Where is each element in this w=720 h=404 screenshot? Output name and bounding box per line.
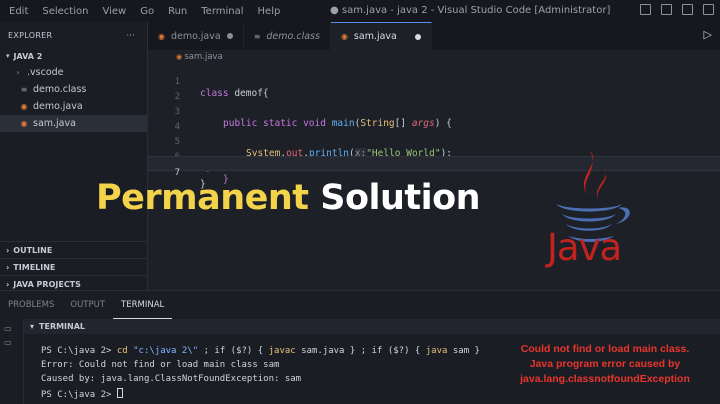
tree-item-sam-java[interactable]: ◉ sam.java — [0, 115, 147, 132]
terminal-title: TERMINAL — [39, 322, 86, 331]
note-line: Could not find or load main class. — [520, 343, 690, 355]
note-line: java.lang.classnotfoundException — [520, 373, 690, 385]
prompt: PS C:\java 2> — [41, 346, 117, 356]
tree-item-label: demo.class — [33, 84, 87, 95]
tab-terminal[interactable]: TERMINAL — [113, 291, 173, 319]
tab-sam-java[interactable]: ◉ sam.java — [330, 22, 432, 50]
menu-edit[interactable]: Edit — [2, 6, 35, 17]
note-line: Java program error caused by — [529, 358, 681, 370]
terminal-line: Error: Could not find or load main class… — [41, 360, 280, 370]
code-line[interactable]: 1 class demof{ — [148, 66, 720, 99]
code-line[interactable]: 3 public static void main(String[] args)… — [148, 96, 720, 129]
window-title: ● sam.java - java 2 - Visual Studio Code… — [330, 5, 611, 16]
terminal-line[interactable]: PS C:\java 2> — [41, 388, 123, 400]
toggle-panel-icon[interactable] — [661, 4, 672, 15]
explorer-header: EXPLORER ··· — [0, 22, 147, 48]
section-label: OUTLINE — [13, 245, 53, 255]
unsaved-dot-icon[interactable] — [414, 33, 421, 40]
terminal-cursor — [116, 388, 123, 398]
chevron-down-icon: ▾ — [6, 52, 10, 60]
menu-help[interactable]: Help — [251, 6, 288, 17]
section-label: TIMELINE — [13, 262, 56, 272]
customize-layout-icon[interactable] — [703, 4, 714, 15]
text: sam } — [447, 346, 480, 356]
java-file-icon: ◉ — [340, 32, 348, 41]
text: sam.java } ; if ($?) { — [295, 346, 426, 356]
menu-bar: Edit Selection View Go Run Terminal Help — [2, 6, 287, 17]
terminal-icon[interactable]: ▭ — [4, 338, 23, 347]
toggle-sidebar-icon[interactable] — [640, 4, 651, 15]
tree-item-demo-java[interactable]: ◉ demo.java — [0, 98, 147, 115]
tab-label: demo.class — [266, 30, 320, 42]
tree-item-label: demo.java — [33, 101, 83, 112]
tree-item-label: sam.java — [33, 118, 76, 129]
file-icon: ≡ — [253, 31, 261, 41]
title-rest: Solution — [308, 178, 481, 218]
chevron-down-icon: ▾ — [30, 322, 35, 331]
command: java — [425, 346, 448, 356]
terminal-sidebar: ▭ ▭ — [0, 319, 24, 404]
breadcrumb[interactable]: ◉ sam.java — [176, 52, 223, 62]
chevron-right-icon: › — [6, 279, 10, 289]
menu-run[interactable]: Run — [161, 6, 194, 17]
java-file-icon: ◉ — [20, 102, 28, 111]
tree-item-vscode[interactable]: › .vscode — [0, 64, 147, 81]
menu-view[interactable]: View — [95, 6, 133, 17]
prompt: PS C:\java 2> — [41, 390, 117, 400]
unsaved-dot-icon[interactable] — [226, 33, 233, 39]
argument: "c:\java 2\" — [127, 346, 199, 356]
tab-label: demo.java — [170, 30, 221, 42]
command: cd — [116, 346, 128, 356]
java-logo-text: Java — [547, 226, 622, 269]
chevron-right-icon: › — [6, 262, 10, 272]
terminal-icon[interactable]: ▭ — [4, 324, 23, 333]
more-actions-icon[interactable]: ··· — [126, 31, 135, 40]
code-line[interactable]: 4 — [148, 111, 720, 132]
panel-tabs: PROBLEMS OUTPUT TERMINAL — [0, 291, 720, 319]
command: javac — [268, 346, 296, 356]
title-highlight: Permanent — [96, 178, 309, 218]
section-label: JAVA PROJECTS — [13, 279, 81, 289]
section-timeline[interactable]: › TIMELINE — [0, 258, 148, 275]
code-line[interactable]: 2 — [148, 81, 720, 102]
tab-problems[interactable]: PROBLEMS — [0, 291, 62, 319]
error-explanation: Could not find or load main class. Java … — [495, 342, 715, 387]
chevron-right-icon: › — [6, 245, 10, 255]
chevron-right-icon: › — [16, 68, 20, 77]
terminal-line: Caused by: java.lang.ClassNotFoundExcept… — [41, 374, 302, 384]
text: ; if ($?) { — [198, 346, 269, 356]
menu-go[interactable]: Go — [133, 6, 161, 17]
tab-demo-class[interactable]: ≡ demo.class — [244, 22, 331, 50]
menu-selection[interactable]: Selection — [35, 6, 95, 17]
line-number: 7 — [174, 168, 180, 178]
file-icon: ≡ — [20, 85, 28, 94]
tab-output[interactable]: OUTPUT — [62, 291, 113, 319]
section-outline[interactable]: › OUTLINE — [0, 241, 148, 258]
title-bar: Edit Selection View Go Run Terminal Help… — [0, 0, 720, 22]
menu-terminal[interactable]: Terminal — [194, 6, 250, 17]
breadcrumb-file: sam.java — [184, 52, 223, 62]
run-icon[interactable]: ▷ — [704, 28, 712, 41]
explorer-sidebar: EXPLORER ··· ▾ JAVA 2 › .vscode ≡ demo.c… — [0, 22, 148, 290]
tab-demo-java[interactable]: ◉ demo.java — [148, 22, 244, 50]
thumbnail-title: Permanent Solution — [96, 178, 481, 218]
java-file-icon: ◉ — [20, 119, 28, 128]
toggle-secondary-sidebar-icon[interactable] — [682, 4, 693, 15]
tree-item-label: .vscode — [27, 67, 64, 78]
terminal-line: PS C:\java 2> cd "c:\java 2\" ; if ($?) … — [41, 346, 480, 356]
terminal-header[interactable]: ▾ TERMINAL — [24, 319, 720, 334]
java-file-icon: ◉ — [158, 31, 165, 41]
project-folder[interactable]: ▾ JAVA 2 — [0, 48, 147, 64]
editor-tabs: ◉ demo.java ≡ demo.class ◉ sam.java ▷ — [148, 22, 720, 50]
layout-controls — [640, 4, 714, 15]
explorer-title: EXPLORER — [8, 30, 53, 40]
tree-item-demo-class[interactable]: ≡ demo.class — [0, 81, 147, 98]
project-name: JAVA 2 — [13, 51, 43, 61]
tab-label: sam.java — [353, 31, 397, 42]
